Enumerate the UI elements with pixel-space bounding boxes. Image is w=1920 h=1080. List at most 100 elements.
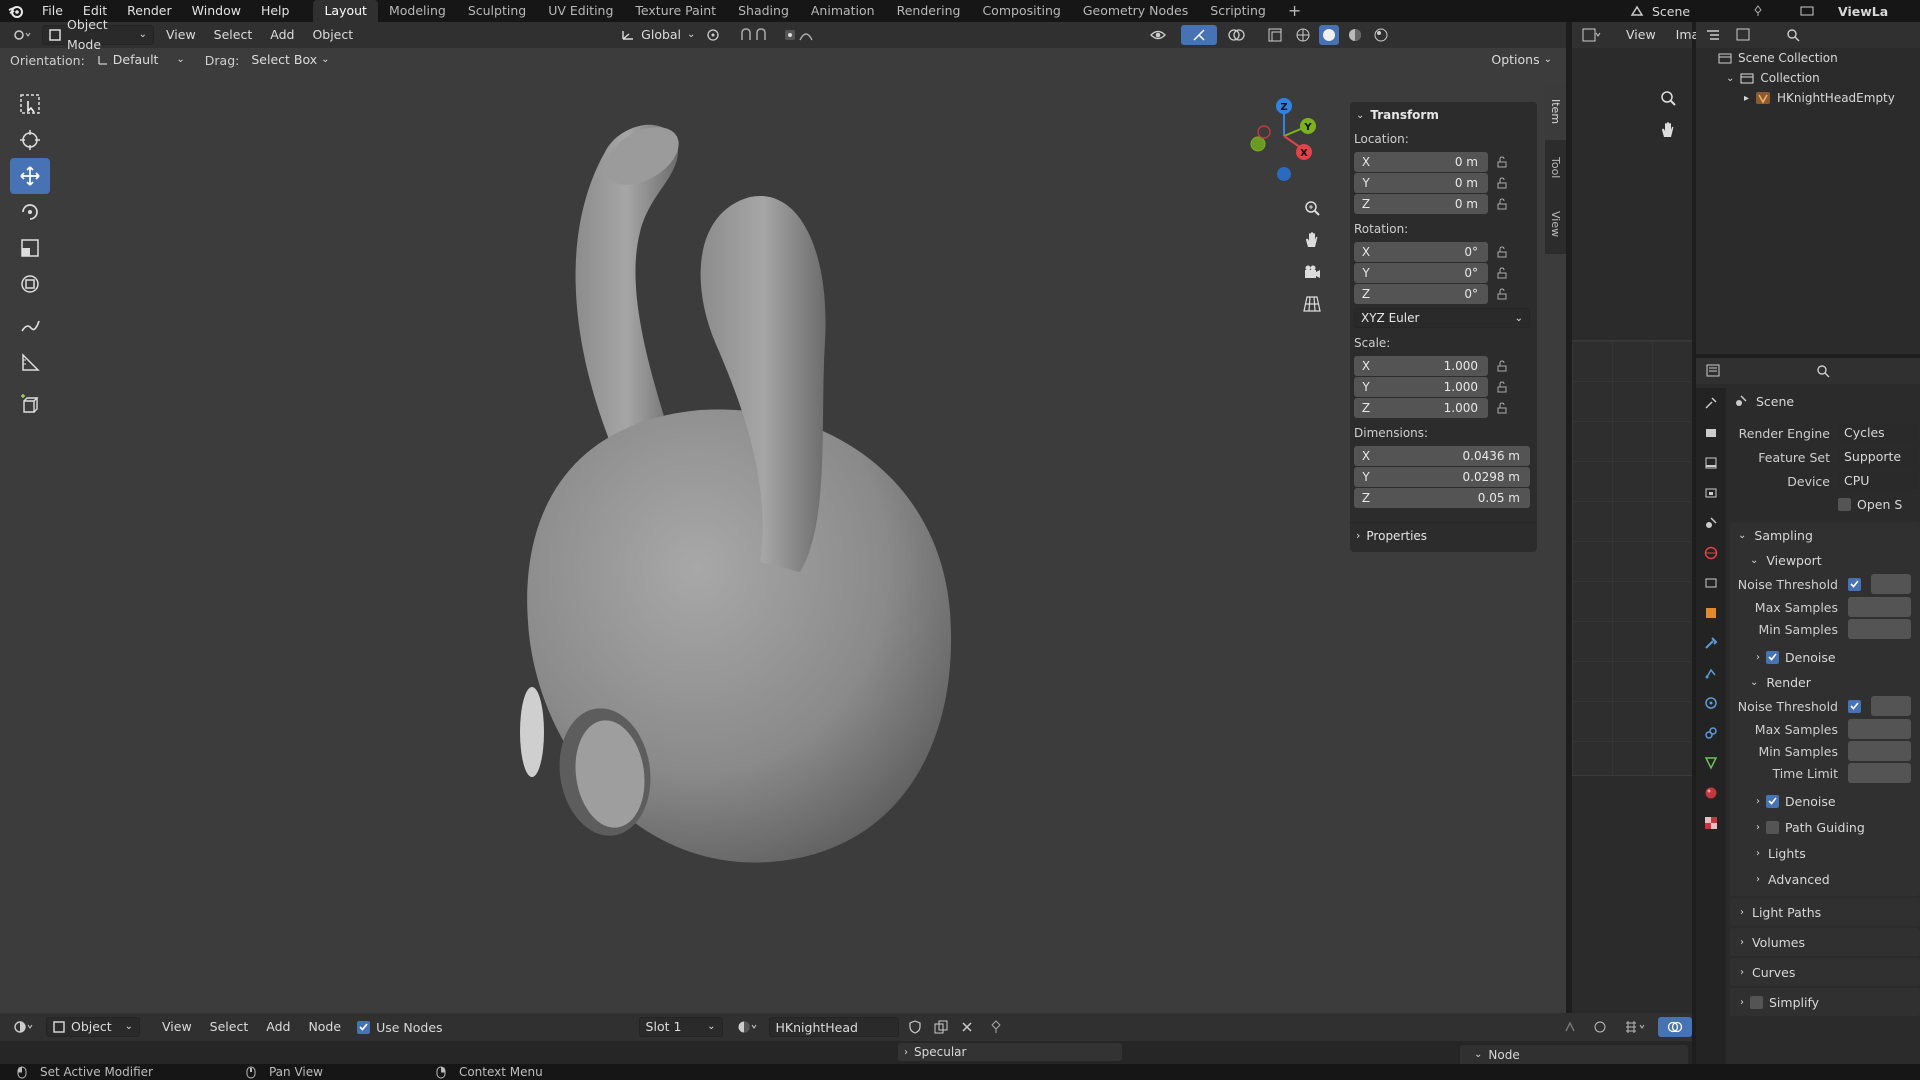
render-engine-dropdown[interactable]: Cycles (1838, 423, 1918, 443)
time-limit-field[interactable] (1848, 763, 1911, 783)
render-denoise-checkbox[interactable] (1766, 794, 1779, 808)
properties-editor[interactable]: Scene Render Engine Cycles Feature Set S… (1696, 358, 1920, 1064)
pin-node-tree-icon[interactable] (983, 1020, 1009, 1034)
tool-tab-icon[interactable] (1696, 388, 1726, 418)
display-mode-icon[interactable] (1736, 28, 1758, 42)
outliner-row-scene-collection[interactable]: Scene Collection (1696, 48, 1920, 68)
slot-dropdown[interactable]: Slot 1 ⌄ (638, 1017, 723, 1037)
rotation-z-field[interactable]: Z 0° (1354, 284, 1488, 304)
specular-node-row[interactable]: › Specular (898, 1043, 1122, 1061)
duplicate-material-icon[interactable] (931, 1020, 951, 1034)
view-layer-selector[interactable]: ViewLa (1796, 0, 1920, 22)
tab-modeling[interactable]: Modeling (378, 0, 457, 22)
snap-icon[interactable] (735, 28, 775, 42)
render-denoise-row[interactable]: › Denoise (1730, 788, 1920, 814)
world-tab-icon[interactable] (1696, 538, 1726, 568)
node-menu-view[interactable]: View (156, 1017, 198, 1037)
material-tab-icon[interactable] (1696, 778, 1726, 808)
outliner[interactable]: Scene Collection ⌄ Collection ▸ HKnightH… (1696, 22, 1920, 354)
transform-panel-header[interactable]: ⌄ Transform (1350, 102, 1537, 128)
pivot-point-icon[interactable] (701, 28, 729, 42)
use-nodes-toggle[interactable]: Use Nodes (357, 1020, 443, 1035)
image-editor-type-icon[interactable] (1582, 28, 1602, 42)
transform-tool[interactable] (10, 266, 50, 302)
render-max-samples-field[interactable] (1848, 719, 1911, 739)
feature-set-dropdown[interactable]: Supporte (1838, 447, 1918, 467)
denoise-checkbox[interactable] (1766, 650, 1779, 664)
tab-texture-paint[interactable]: Texture Paint (624, 0, 727, 22)
data-tab-icon[interactable] (1696, 748, 1726, 778)
noise-threshold-checkbox[interactable] (1848, 577, 1861, 591)
overlays-icon[interactable] (1223, 28, 1257, 42)
particles-tab-icon[interactable] (1696, 658, 1726, 688)
lock-icon[interactable] (1496, 402, 1510, 414)
use-nodes-checkbox[interactable] (357, 1020, 371, 1034)
tab-shading[interactable]: Shading (727, 0, 800, 22)
tab-sculpting[interactable]: Sculpting (457, 0, 537, 22)
mode-dropdown[interactable]: Object Mode ⌄ (42, 17, 154, 52)
cursor-tool[interactable] (10, 122, 50, 158)
pin-icon[interactable] (1750, 5, 1766, 17)
shader-editor-type-icon[interactable] (8, 1020, 40, 1034)
menu-window[interactable]: Window (182, 0, 251, 22)
node-menu-node[interactable]: Node (302, 1017, 347, 1037)
advanced-subpanel[interactable]: › Advanced (1730, 866, 1920, 892)
tab-rendering[interactable]: Rendering (886, 0, 972, 22)
modifier-tab-icon[interactable] (1696, 628, 1726, 658)
shading-material-icon[interactable] (1345, 28, 1365, 42)
camera-view-icon[interactable] (1296, 256, 1328, 288)
editor-type-icon[interactable] (8, 29, 36, 41)
outliner-search-icon[interactable] (1786, 28, 1800, 42)
lock-icon[interactable] (1496, 198, 1510, 210)
image-editor[interactable]: View Ima (1572, 22, 1699, 1013)
simplify-checkbox[interactable] (1750, 995, 1763, 1009)
lock-icon[interactable] (1496, 156, 1510, 168)
texture-tab-icon[interactable] (1696, 808, 1726, 838)
navigation-gizmo[interactable]: Z Y X (1240, 84, 1330, 184)
orientation-dropdown[interactable]: Default ⌄ (91, 50, 191, 70)
location-y-field[interactable]: Y 0 m (1354, 173, 1488, 193)
output-tab-icon[interactable] (1696, 448, 1726, 478)
snap-node-icon[interactable] (1588, 1020, 1612, 1034)
viewport-menu-object[interactable]: Object (306, 25, 359, 45)
add-workspace-icon[interactable]: + (1277, 0, 1312, 22)
tab-uv-editing[interactable]: UV Editing (537, 0, 624, 22)
scale-tool[interactable] (10, 230, 50, 266)
outliner-row-object[interactable]: ▸ HKnightHeadEmpty (1696, 88, 1920, 108)
node-menu-add[interactable]: Add (260, 1017, 296, 1037)
node-menu-select[interactable]: Select (204, 1017, 255, 1037)
annotate-tool[interactable] (10, 308, 50, 344)
viewport-menu-view[interactable]: View (160, 25, 202, 45)
properties-type-icon[interactable] (1706, 364, 1728, 378)
unlink-material-icon[interactable] (957, 1021, 977, 1033)
image-zoom-icon[interactable] (1654, 84, 1682, 112)
pan-hand-icon[interactable] (1296, 224, 1328, 256)
properties-search-icon[interactable] (1816, 364, 1830, 378)
path-guiding-checkbox[interactable] (1766, 820, 1779, 834)
viewport-denoise-row[interactable]: › Denoise (1730, 644, 1920, 670)
shading-rendered-icon[interactable] (1371, 28, 1391, 42)
lock-icon[interactable] (1496, 177, 1510, 189)
collection-tab-icon[interactable] (1696, 568, 1726, 598)
image-pan-icon[interactable] (1654, 116, 1682, 144)
max-samples-field[interactable] (1848, 597, 1911, 617)
open-shading-row[interactable]: Open S (1730, 494, 1920, 514)
image-canvas[interactable] (1572, 340, 1692, 776)
3d-viewport[interactable]: Object Mode ⌄ View Select Add Object Glo… (0, 17, 1566, 1013)
shader-canvas[interactable]: › Specular ⌄ Node (0, 1041, 1692, 1064)
shader-type-dropdown[interactable]: Object ⌄ (46, 1017, 140, 1037)
render-noise-threshold-checkbox[interactable] (1848, 699, 1861, 713)
node-sidebar-panel[interactable]: ⌄ Node (1460, 1045, 1688, 1064)
rotation-x-field[interactable]: X 0° (1354, 242, 1488, 262)
hollow-knight-head-model[interactable] (500, 92, 1060, 952)
visibility-icon[interactable] (1147, 28, 1175, 42)
path-guiding-row[interactable]: › Path Guiding (1730, 814, 1920, 840)
constraints-tab-icon[interactable] (1696, 718, 1726, 748)
dimensions-z-field[interactable]: Z 0.05 m (1354, 488, 1530, 508)
location-x-field[interactable]: X 0 m (1354, 152, 1488, 172)
render-noise-threshold-field[interactable] (1871, 696, 1911, 716)
rotate-tool[interactable] (10, 194, 50, 230)
fake-user-icon[interactable] (905, 1020, 925, 1034)
render-subpanel-header[interactable]: ⌄ Render (1730, 670, 1920, 694)
tab-tool[interactable]: Tool (1545, 140, 1566, 196)
